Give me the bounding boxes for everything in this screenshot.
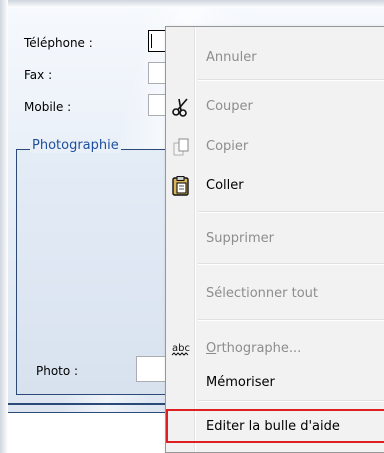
mobile-label: Mobile : bbox=[24, 100, 72, 114]
menu-item-annuler[interactable]: Annuler bbox=[166, 45, 384, 71]
menu-item-supprimer[interactable]: Supprimer bbox=[166, 226, 384, 252]
telephone-label: Téléphone : bbox=[24, 36, 93, 50]
copy-icon bbox=[170, 136, 192, 158]
context-menu: Annuler Couper Copier Coller Supprimer S… bbox=[165, 26, 384, 453]
menu-item-memoriser[interactable]: Mémoriser bbox=[166, 370, 384, 396]
menu-item-copier[interactable]: Copier bbox=[166, 134, 384, 160]
paste-icon bbox=[170, 175, 192, 197]
spelling-icon: abc bbox=[170, 338, 192, 360]
menu-item-editer-bulle-aide[interactable]: Editer la bulle d'aide bbox=[166, 409, 384, 443]
menu-item-label: Sélectionner tout bbox=[206, 286, 319, 301]
menu-item-selectionner-tout[interactable]: Sélectionner tout bbox=[166, 281, 384, 307]
menu-item-label: Editer la bulle d'aide bbox=[206, 419, 340, 434]
spelling-icon-text: abc bbox=[172, 343, 190, 354]
scissors-icon bbox=[170, 96, 192, 118]
menu-item-label: Annuler bbox=[206, 50, 257, 65]
menu-separator bbox=[198, 319, 384, 321]
menu-item-label: Copier bbox=[206, 139, 249, 154]
window-shadow-top bbox=[0, 0, 384, 8]
menu-item-couper[interactable]: Couper bbox=[166, 94, 384, 120]
photographie-group-title: Photographie bbox=[30, 138, 121, 153]
menu-separator bbox=[198, 211, 384, 213]
window-shadow-left bbox=[0, 0, 8, 453]
menu-item-label-rest: rthographe... bbox=[216, 341, 302, 356]
menu-separator bbox=[198, 400, 384, 402]
menu-item-coller[interactable]: Coller bbox=[166, 173, 384, 199]
menu-item-label: Supprimer bbox=[206, 231, 274, 246]
menu-separator bbox=[198, 263, 384, 265]
menu-item-label: Coller bbox=[206, 178, 244, 193]
menu-item-accelerator: O bbox=[206, 341, 217, 356]
fax-label: Fax : bbox=[24, 68, 53, 82]
menu-item-orthographe[interactable]: abc Orthographe... bbox=[166, 336, 384, 362]
menu-separator bbox=[198, 79, 384, 81]
photo-label: Photo : bbox=[36, 364, 79, 378]
menu-item-label: Orthographe... bbox=[206, 341, 301, 356]
menu-item-label: Couper bbox=[206, 99, 253, 114]
menu-item-label: Mémoriser bbox=[206, 375, 275, 390]
